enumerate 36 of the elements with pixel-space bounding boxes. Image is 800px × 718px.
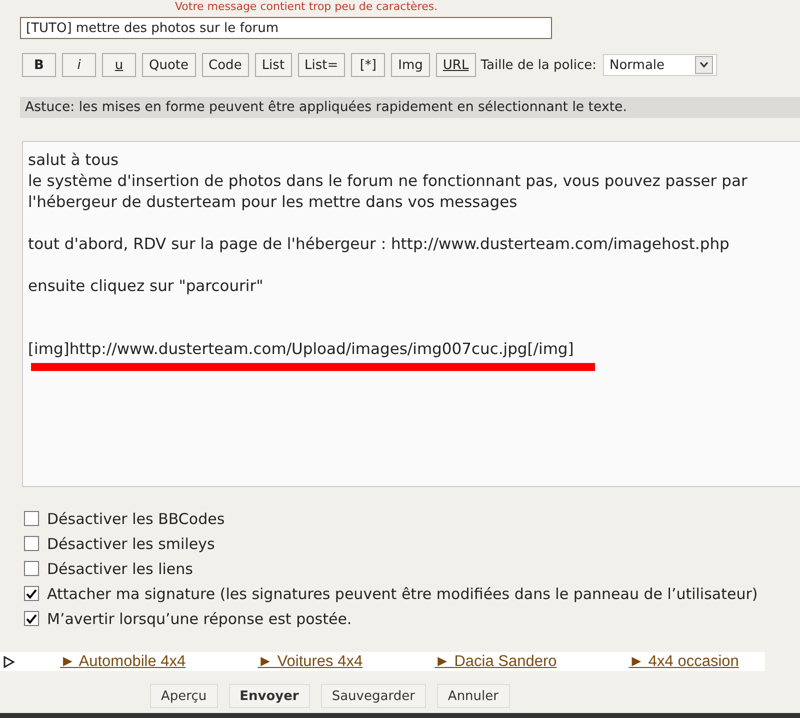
checkbox[interactable] [24, 536, 39, 551]
option-label: Désactiver les BBCodes [47, 510, 225, 528]
subject-field[interactable]: [TUTO] mettre des photos sur le forum [20, 17, 552, 39]
option-label: Désactiver les smileys [47, 534, 215, 552]
font-size-label: Taille de la police: [480, 58, 596, 72]
caret-icon [700, 62, 708, 68]
play-icon [3, 656, 15, 668]
option-label: M’avertir lorsqu’une réponse est postée. [47, 610, 352, 628]
ad-link[interactable]: ► Automobile 4x4 [60, 652, 186, 670]
format-button[interactable]: u [102, 53, 136, 77]
action-button[interactable]: Sauvegarder [320, 684, 426, 708]
format-button[interactable]: i [62, 53, 96, 77]
format-button[interactable]: List= [298, 53, 346, 77]
option-label: Attacher ma signature (les signatures peuvent être modifiées dans le panneau de l’utilisateur) [47, 584, 758, 602]
format-button[interactable]: B [22, 53, 56, 77]
checkbox[interactable] [24, 511, 39, 526]
format-button[interactable]: Quote [142, 53, 196, 77]
format-button[interactable]: [*] [351, 53, 386, 77]
checkbox[interactable] [24, 586, 39, 601]
format-button[interactable]: URL [436, 53, 476, 77]
format-button[interactable]: List [254, 53, 292, 77]
ad-link[interactable]: ► Dacia Sandero [434, 652, 557, 670]
format-button[interactable]: Img [391, 53, 430, 77]
checkbox[interactable] [24, 611, 39, 626]
message-textarea[interactable]: salut à tous le système d'insertion de photos dans le forum ne fonctionnant pas, vous pouvez passer par l'hébergeur de dusterteam pour les mettre dans vos messages tout d'abord, RDV sur la page de l'hébergeur : http://www.dusterteam.com/imagehost.php ensuite cliquez sur "parcourir" [img]http://www.dusterteam.com/Upload/images/img007cuc.jpg[/img] [22, 141, 800, 487]
font-size-dropdown[interactable]: Normale [602, 54, 716, 76]
format-button[interactable]: Code [202, 53, 249, 77]
error-message: Votre message contient trop peu de caractères. [174, 0, 438, 14]
option-label: Désactiver les liens [47, 560, 193, 578]
action-button[interactable]: Annuler [436, 684, 510, 708]
action-button[interactable]: Aperçu [150, 684, 218, 708]
ad-link[interactable]: ► 4x4 occasion [628, 652, 739, 670]
checkbox[interactable] [24, 561, 39, 576]
ad-link[interactable]: ► Voitures 4x4 [258, 652, 363, 670]
tip-bar: Astuce: les mises en forme peuvent être appliquées rapidement en sélectionnant le texte. [20, 97, 800, 118]
action-button[interactable]: Envoyer [228, 684, 310, 708]
